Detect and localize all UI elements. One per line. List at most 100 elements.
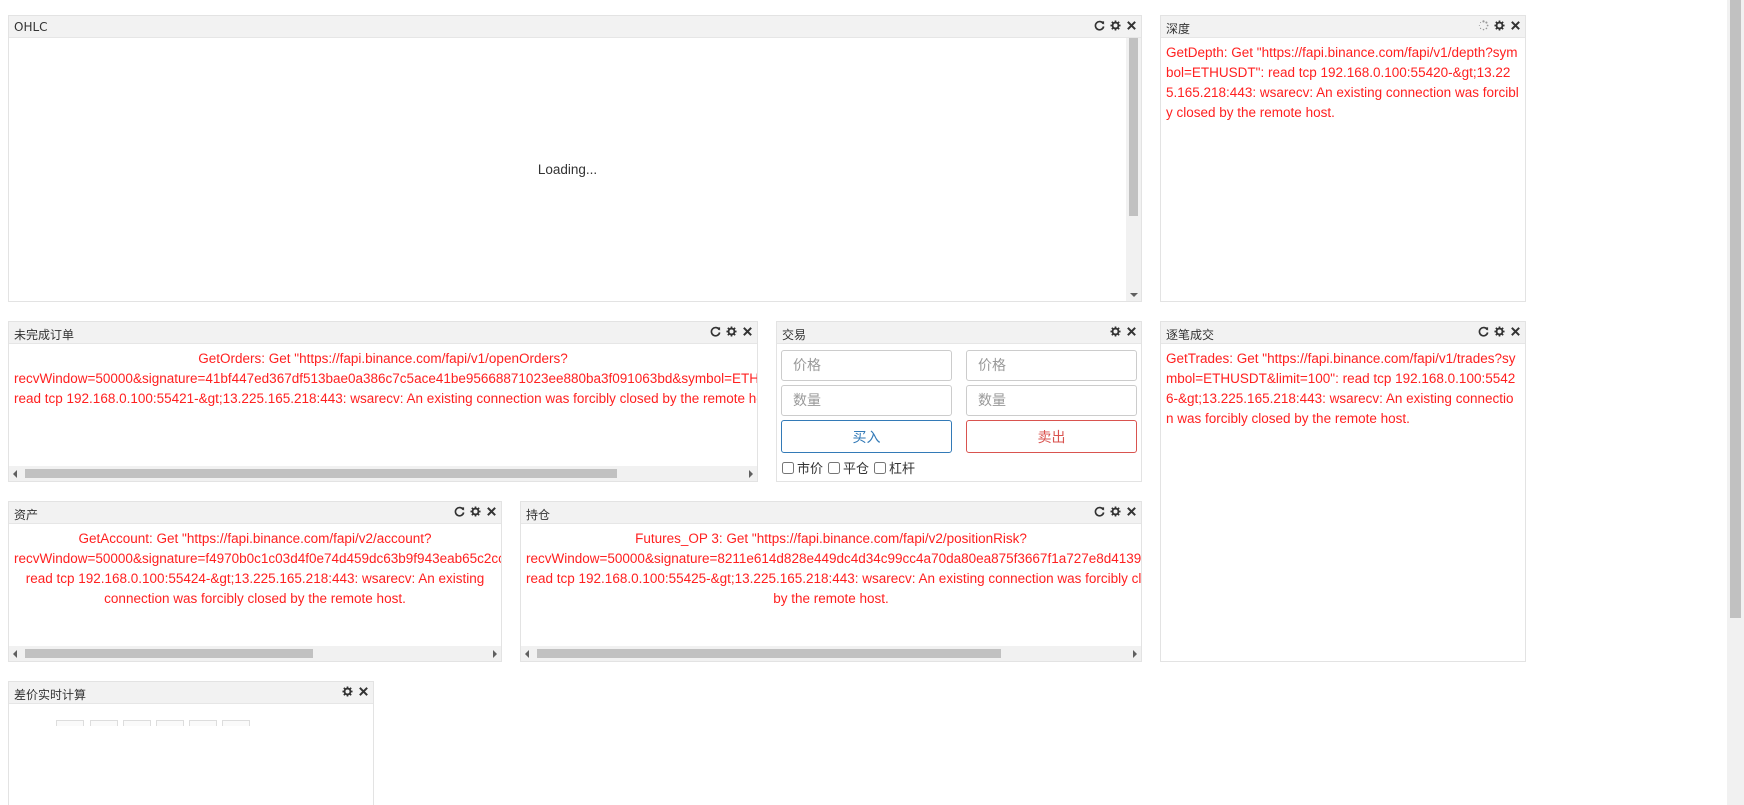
spread-calc-panel: 差价实时计算 xyxy=(8,681,374,805)
vertical-scrollbar[interactable] xyxy=(1126,38,1141,301)
panel-title: 逐笔成交 xyxy=(1166,328,1215,342)
spread-cell[interactable] xyxy=(90,720,118,726)
spread-cell[interactable] xyxy=(222,720,250,726)
spread-cell[interactable] xyxy=(123,720,151,726)
error-line: GetOrders: Get "https://fapi.binance.com… xyxy=(198,351,568,366)
panel-header: 未完成订单 xyxy=(9,322,757,344)
gear-icon[interactable] xyxy=(1110,326,1121,337)
market-option[interactable]: 市价 xyxy=(782,458,823,477)
panel-title: 深度 xyxy=(1166,22,1191,36)
close-position-option[interactable]: 平仓 xyxy=(828,458,869,477)
error-line: by the remote host. xyxy=(773,591,889,606)
scroll-left-arrow[interactable] xyxy=(525,650,529,658)
scroll-right-arrow[interactable] xyxy=(1133,650,1137,658)
order-options: 市价 平仓 杠杆 xyxy=(782,458,915,477)
refresh-icon[interactable] xyxy=(1094,20,1105,31)
positions-error-message: Futures_OP 3: Get "https://fapi.binance.… xyxy=(521,524,1141,609)
gear-icon[interactable] xyxy=(1494,20,1505,31)
trade-panel: 交易 买入 卖出 市价 平仓 杠杆 xyxy=(776,321,1142,482)
buy-price-input[interactable] xyxy=(781,350,952,381)
panel-title: 差价实时计算 xyxy=(14,688,87,702)
orders-error-message: GetOrders: Get "https://fapi.binance.com… xyxy=(9,344,757,409)
gear-icon[interactable] xyxy=(726,326,737,337)
buy-button[interactable]: 买入 xyxy=(781,420,952,453)
close-icon[interactable] xyxy=(1126,506,1137,517)
close-icon[interactable] xyxy=(742,326,753,337)
panel-header: 交易 xyxy=(777,322,1141,344)
horizontal-scrollbar[interactable] xyxy=(9,646,501,661)
open-orders-panel: 未完成订单 GetOrders: Get "https://fapi.binan… xyxy=(8,321,758,482)
error-line: GetAccount: Get "https://fapi.binance.co… xyxy=(78,531,432,546)
scroll-right-arrow[interactable] xyxy=(493,650,497,658)
panel-header: 持仓 xyxy=(521,502,1141,524)
error-line: read tcp 192.168.0.100:55424-&gt;13.225.… xyxy=(25,571,485,586)
spread-cell[interactable] xyxy=(56,720,84,726)
sell-price-input[interactable] xyxy=(966,350,1137,381)
market-label: 市价 xyxy=(797,462,824,477)
scroll-right-arrow[interactable] xyxy=(749,470,753,478)
page-scroll-thumb[interactable] xyxy=(1730,0,1741,618)
close-position-label: 平仓 xyxy=(843,462,870,477)
panel-header: 差价实时计算 xyxy=(9,682,373,704)
scroll-thumb[interactable] xyxy=(25,649,313,658)
panel-header: 资产 xyxy=(9,502,501,524)
error-line: read tcp 192.168.0.100:55425-&gt;13.225.… xyxy=(526,571,1141,586)
panel-header: 深度 xyxy=(1161,16,1525,38)
page-vertical-scrollbar[interactable] xyxy=(1727,0,1744,805)
scroll-down-arrow[interactable] xyxy=(1130,293,1138,297)
scroll-thumb[interactable] xyxy=(537,649,1001,658)
buy-quantity-input[interactable] xyxy=(781,385,952,416)
close-icon[interactable] xyxy=(358,686,369,697)
panel-title: 未完成订单 xyxy=(14,328,75,342)
sell-button[interactable]: 卖出 xyxy=(966,420,1137,453)
trades-error-message: GetTrades: Get "https://fapi.binance.com… xyxy=(1166,351,1516,426)
positions-panel: 持仓 Futures_OP 3: Get "https://fapi.binan… xyxy=(520,501,1142,662)
close-position-checkbox[interactable] xyxy=(828,461,841,474)
error-line: recvWindow=50000&signature=f4970b0c1c03d… xyxy=(14,551,501,566)
assets-panel: 资产 GetAccount: Get "https://fapi.binance… xyxy=(8,501,502,662)
panel-title: OHLC xyxy=(14,20,48,34)
sell-quantity-input[interactable] xyxy=(966,385,1137,416)
gear-icon[interactable] xyxy=(1110,506,1121,517)
panel-title: 交易 xyxy=(782,328,807,342)
refresh-icon[interactable] xyxy=(1094,506,1105,517)
gear-icon[interactable] xyxy=(1110,20,1121,31)
error-line: recvWindow=50000&signature=8211e614d828e… xyxy=(526,551,1141,566)
error-line: recvWindow=50000&signature=41bf447ed367d… xyxy=(14,371,757,386)
scroll-left-arrow[interactable] xyxy=(13,470,17,478)
assets-error-message: GetAccount: Get "https://fapi.binance.co… xyxy=(9,524,501,609)
ohlc-chart-area: Loading... xyxy=(9,38,1141,301)
panel-title: 资产 xyxy=(14,508,39,522)
spread-cell[interactable] xyxy=(189,720,217,726)
close-icon[interactable] xyxy=(1126,326,1137,337)
refresh-icon[interactable] xyxy=(710,326,721,337)
scroll-thumb[interactable] xyxy=(25,469,617,478)
refresh-icon[interactable] xyxy=(1478,326,1489,337)
gear-icon[interactable] xyxy=(470,506,481,517)
scroll-thumb[interactable] xyxy=(1129,38,1138,216)
panel-title: 持仓 xyxy=(526,508,551,522)
depth-error-message: GetDepth: Get "https://fapi.binance.com/… xyxy=(1166,45,1519,120)
leverage-checkbox[interactable] xyxy=(874,461,887,474)
horizontal-scrollbar[interactable] xyxy=(521,646,1141,661)
close-icon[interactable] xyxy=(486,506,497,517)
gear-icon[interactable] xyxy=(1494,326,1505,337)
market-checkbox[interactable] xyxy=(782,461,794,474)
panel-header: OHLC xyxy=(9,16,1141,38)
error-line: connection was forcibly closed by the re… xyxy=(104,591,406,606)
close-icon[interactable] xyxy=(1510,20,1521,31)
gear-icon[interactable] xyxy=(342,686,353,697)
scroll-left-arrow[interactable] xyxy=(13,650,17,658)
close-icon[interactable] xyxy=(1126,20,1137,31)
leverage-option[interactable]: 杠杆 xyxy=(874,458,915,477)
spinner-icon xyxy=(1478,20,1489,31)
loading-text: Loading... xyxy=(537,162,598,177)
horizontal-scrollbar[interactable] xyxy=(9,466,757,481)
error-line: read tcp 192.168.0.100:55421-&gt;13.225.… xyxy=(14,391,757,406)
refresh-icon[interactable] xyxy=(454,506,465,517)
error-line: Futures_OP 3: Get "https://fapi.binance.… xyxy=(635,531,1027,546)
close-icon[interactable] xyxy=(1510,326,1521,337)
panel-header: 逐笔成交 xyxy=(1161,322,1525,344)
spread-cell[interactable] xyxy=(156,720,184,726)
leverage-label: 杠杆 xyxy=(889,462,916,477)
